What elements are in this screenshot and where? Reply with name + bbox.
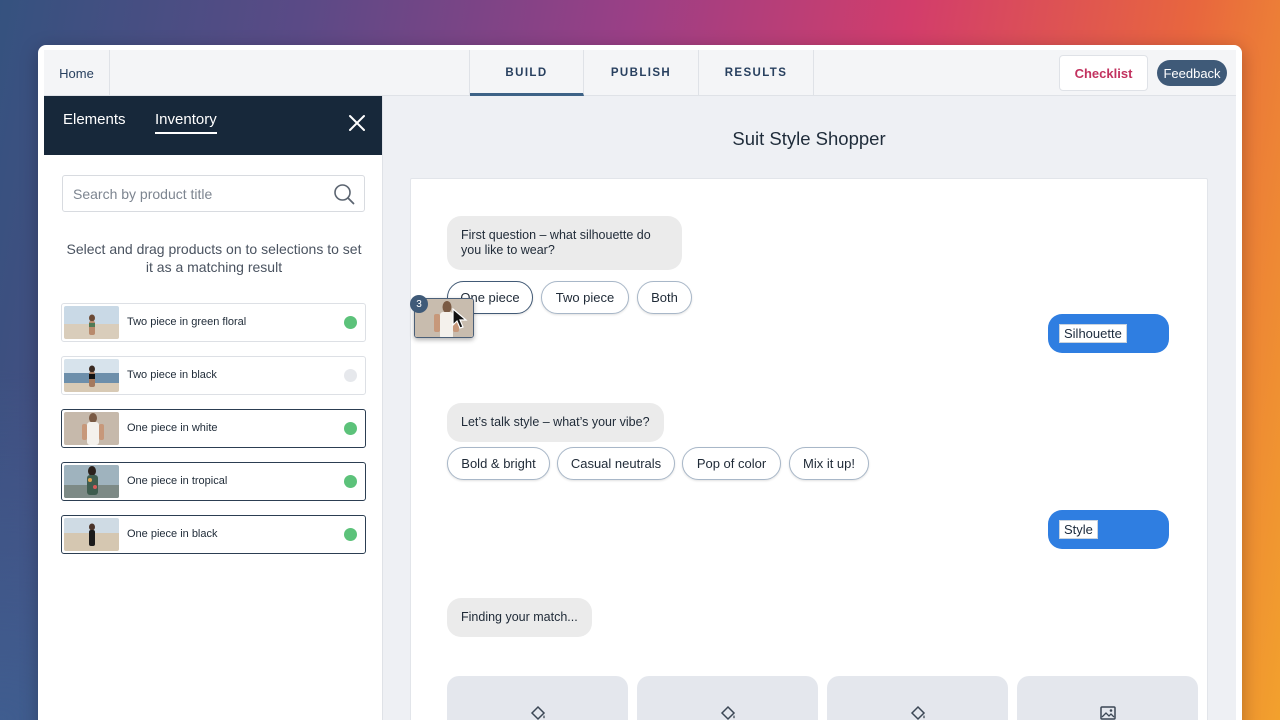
option-mix-it-up[interactable]: Mix it up! bbox=[789, 447, 869, 480]
app-window: Home BUILD PUBLISH RESULTS Checklist Fee… bbox=[38, 45, 1242, 720]
page-title: Suit Style Shopper bbox=[732, 128, 886, 149]
product-item[interactable]: One piece in black bbox=[61, 515, 366, 554]
drag-count-badge: 3 bbox=[410, 295, 428, 313]
option-both[interactable]: Both bbox=[637, 281, 692, 314]
product-name: Two piece in black bbox=[127, 369, 217, 381]
option-pop-of-color[interactable]: Pop of color bbox=[682, 447, 781, 480]
silhouette-tag-label[interactable]: Silhouette bbox=[1059, 324, 1127, 343]
product-name: One piece in tropical bbox=[127, 475, 228, 487]
option-two-piece[interactable]: Two piece bbox=[541, 281, 629, 314]
tab-inventory[interactable]: Inventory bbox=[155, 111, 217, 134]
product-thumbnail bbox=[64, 306, 119, 339]
drag-instructions: Select and drag products on to selection… bbox=[66, 241, 362, 275]
search-input[interactable] bbox=[63, 176, 313, 211]
result-card[interactable] bbox=[1017, 676, 1198, 720]
top-bar: Home BUILD PUBLISH RESULTS Checklist Fee… bbox=[44, 50, 1236, 96]
question-bubble-style[interactable]: Let’s talk style – what’s your vibe? bbox=[447, 403, 664, 442]
product-item[interactable]: One piece in white bbox=[61, 409, 366, 448]
tab-build[interactable]: BUILD bbox=[470, 50, 584, 96]
question-bubble-silhouette[interactable]: First question – what silhouette do you … bbox=[447, 216, 682, 270]
option-bold-bright[interactable]: Bold & bright bbox=[447, 447, 550, 480]
search-icon[interactable] bbox=[333, 183, 355, 205]
search-box bbox=[62, 175, 365, 212]
style-tag-label[interactable]: Style bbox=[1059, 520, 1098, 539]
inventory-panel: Elements Inventory Select and drag produ… bbox=[44, 96, 383, 720]
option-casual-neutrals[interactable]: Casual neutrals bbox=[557, 447, 675, 480]
match-status-dot bbox=[344, 475, 357, 488]
result-card[interactable] bbox=[447, 676, 628, 720]
result-card[interactable] bbox=[637, 676, 818, 720]
product-thumbnail bbox=[64, 359, 119, 392]
match-status-dot bbox=[344, 422, 357, 435]
product-thumbnail bbox=[64, 412, 119, 445]
product-name: One piece in white bbox=[127, 422, 218, 434]
product-name: One piece in black bbox=[127, 528, 218, 540]
product-name: Two piece in green floral bbox=[127, 316, 247, 328]
feedback-button[interactable]: Feedback bbox=[1157, 60, 1227, 86]
product-item[interactable]: One piece in tropical bbox=[61, 462, 366, 501]
product-thumbnail bbox=[64, 518, 119, 551]
checklist-button[interactable]: Checklist bbox=[1059, 55, 1148, 91]
close-icon[interactable] bbox=[347, 113, 367, 133]
image-icon bbox=[1100, 706, 1116, 720]
product-thumbnail bbox=[64, 465, 119, 498]
match-status-dot bbox=[344, 528, 357, 541]
product-item[interactable]: Two piece in green floral bbox=[61, 303, 366, 342]
quiz-canvas: First question – what silhouette do you … bbox=[410, 178, 1208, 720]
tab-publish[interactable]: PUBLISH bbox=[584, 50, 699, 96]
paint-bucket-icon bbox=[720, 705, 736, 720]
product-item[interactable]: Two piece in black bbox=[61, 356, 366, 395]
result-card[interactable] bbox=[827, 676, 1008, 720]
mouse-cursor-icon bbox=[452, 308, 468, 329]
home-link[interactable]: Home bbox=[44, 50, 110, 96]
main-tabs: BUILD PUBLISH RESULTS bbox=[469, 50, 814, 96]
paint-bucket-icon bbox=[530, 705, 546, 720]
style-tag[interactable]: Style bbox=[1048, 510, 1169, 549]
panel-header: Elements Inventory bbox=[44, 96, 382, 155]
match-status-dot bbox=[344, 369, 357, 382]
finding-match-bubble[interactable]: Finding your match... bbox=[447, 598, 592, 637]
tab-elements[interactable]: Elements bbox=[63, 111, 126, 128]
tab-results[interactable]: RESULTS bbox=[699, 50, 814, 96]
paint-bucket-icon bbox=[910, 705, 926, 720]
silhouette-tag[interactable]: Silhouette bbox=[1048, 314, 1169, 353]
match-status-dot bbox=[344, 316, 357, 329]
app-body: Home BUILD PUBLISH RESULTS Checklist Fee… bbox=[44, 50, 1236, 720]
